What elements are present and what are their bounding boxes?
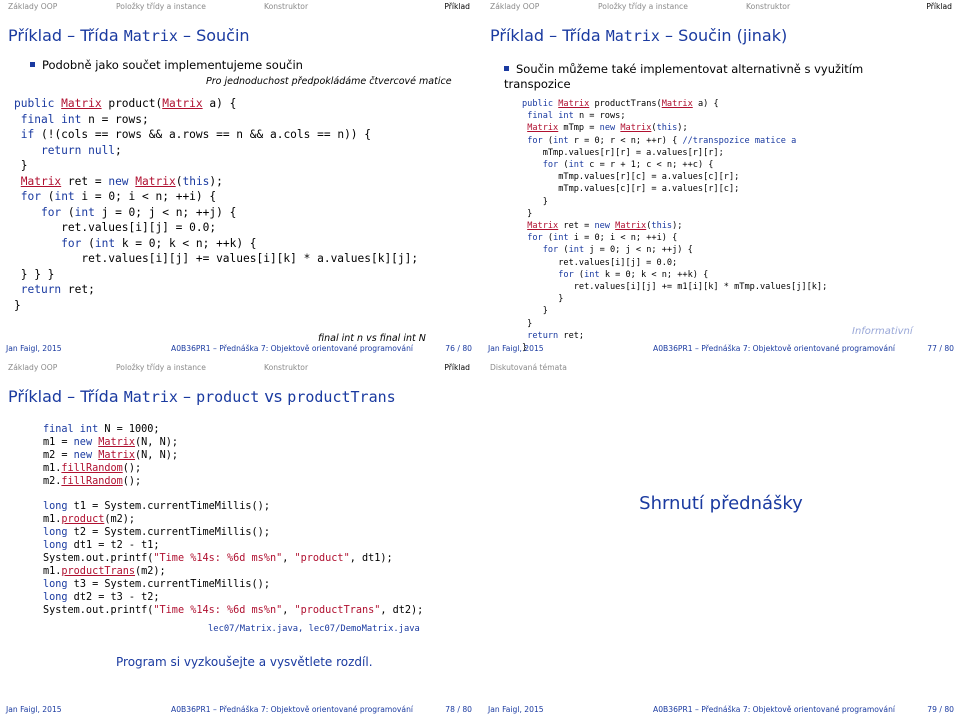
bullet-text: Podobně jako součet implementujeme souči… <box>30 58 303 73</box>
slide-product: Základy OOP Položky třídy a instance Kon… <box>0 0 478 358</box>
nav-basics[interactable]: Základy OOP <box>490 2 539 11</box>
nav-constructor[interactable]: Konstruktor <box>264 363 308 372</box>
slide-summary: Diskutovaná témata Shrnutí přednášky Jan… <box>482 361 960 719</box>
slide-title: Příklad – Třída Matrix – product vs prod… <box>8 387 396 406</box>
code-demo: final int N = 1000; m1 = new Matrix(N, N… <box>43 424 424 616</box>
footer-page: 78 / 80 <box>445 705 472 714</box>
source-files[interactable]: lec07/Matrix.java, lec07/DemoMatrix.java <box>208 624 420 634</box>
nav-basics[interactable]: Základy OOP <box>8 363 57 372</box>
code-product-trans: public Matrix productTrans(Matrix a) { f… <box>522 99 828 354</box>
footer: Jan Faigl, 2015 A0B36PR1 – Přednáška 7: … <box>488 344 954 354</box>
footer: Jan Faigl, 2015 A0B36PR1 – Přednáška 7: … <box>6 344 472 354</box>
nav-constructor[interactable]: Konstruktor <box>746 2 790 11</box>
note-final-int: final int n vs final int N <box>318 333 426 344</box>
top-nav: Základy OOP Položky třídy a instance Kon… <box>8 2 470 13</box>
nav-example[interactable]: Příklad <box>926 2 952 11</box>
footer-course: A0B36PR1 – Přednáška 7: Objektově orient… <box>171 344 414 353</box>
top-nav: Základy OOP Položky třídy a instance Kon… <box>8 363 470 374</box>
nav-items[interactable]: Položky třídy a instance <box>598 2 688 11</box>
summary-title: Shrnutí přednášky <box>639 493 803 514</box>
bullet-square-icon <box>30 62 35 67</box>
nav-basics[interactable]: Základy OOP <box>8 2 57 11</box>
slide-title: Příklad – Třída Matrix – Součin <box>8 26 250 45</box>
nav-discussed[interactable]: Diskutovaná témata <box>490 363 567 372</box>
footer-author: Jan Faigl, 2015 <box>6 344 62 353</box>
informative-badge: Informativní <box>852 326 913 337</box>
note-square-matrices: Pro jednoduchost předpokládáme čtvercové… <box>206 76 452 87</box>
footer-course: A0B36PR1 – Přednáška 7: Objektově orient… <box>171 705 414 714</box>
footer-author: Jan Faigl, 2015 <box>6 705 62 714</box>
footer-author: Jan Faigl, 2015 <box>488 344 544 353</box>
task-text: Program si vyzkoušejte a vysvětlete rozd… <box>116 655 373 669</box>
top-nav: Diskutovaná témata <box>490 363 952 374</box>
slide-product-trans: Základy OOP Položky třídy a instance Kon… <box>482 0 960 358</box>
footer: Jan Faigl, 2015 A0B36PR1 – Přednáška 7: … <box>6 705 472 715</box>
footer-page: 77 / 80 <box>927 344 954 353</box>
nav-items[interactable]: Položky třídy a instance <box>116 363 206 372</box>
nav-example[interactable]: Příklad <box>444 363 470 372</box>
bullet-square-icon <box>504 66 509 71</box>
footer-page: 79 / 80 <box>927 705 954 714</box>
nav-items[interactable]: Položky třídy a instance <box>116 2 206 11</box>
slide-product-vs-trans: Základy OOP Položky třídy a instance Kon… <box>0 361 478 719</box>
footer: Jan Faigl, 2015 A0B36PR1 – Přednáška 7: … <box>488 705 954 715</box>
top-nav: Základy OOP Položky třídy a instance Kon… <box>490 2 952 13</box>
footer-page: 76 / 80 <box>445 344 472 353</box>
footer-course: A0B36PR1 – Přednáška 7: Objektově orient… <box>653 344 896 353</box>
code-product: public Matrix product(Matrix a) { final … <box>14 97 419 312</box>
nav-constructor[interactable]: Konstruktor <box>264 2 308 11</box>
footer-course: A0B36PR1 – Přednáška 7: Objektově orient… <box>653 705 896 714</box>
slide-title: Příklad – Třída Matrix – Součin (jinak) <box>490 26 788 45</box>
footer-author: Jan Faigl, 2015 <box>488 705 544 714</box>
nav-example[interactable]: Příklad <box>444 2 470 11</box>
bullet-text: Součin můžeme také implementovat alterna… <box>504 62 864 91</box>
